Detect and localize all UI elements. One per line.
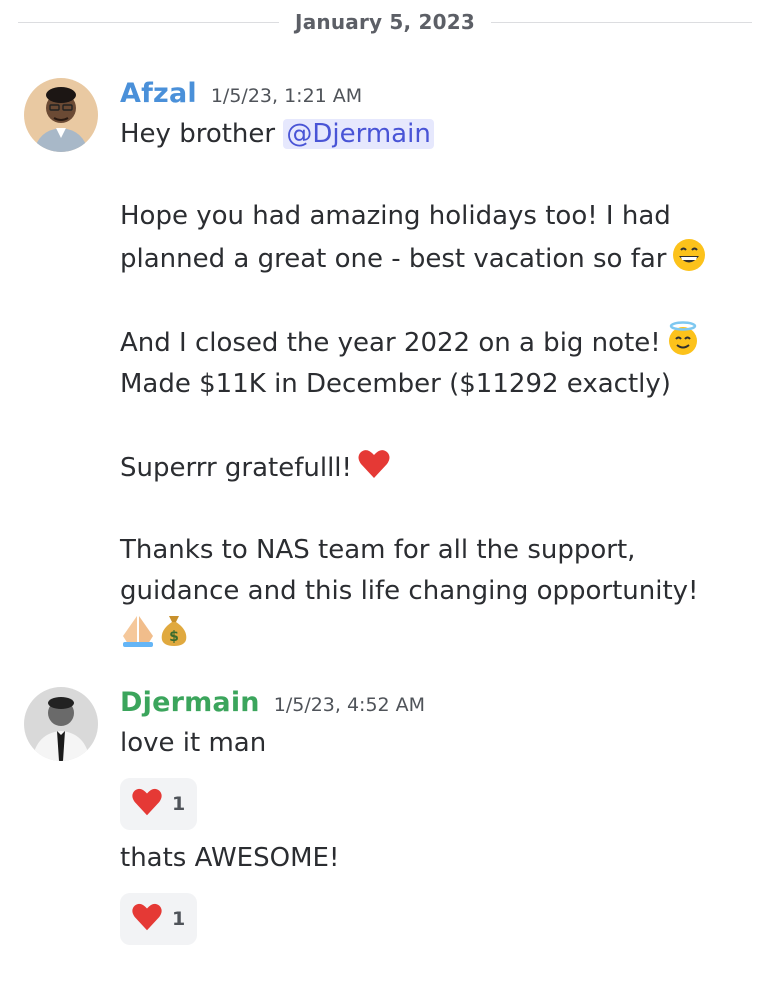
svg-text:$: $ (169, 629, 179, 645)
timestamp: 1/5/23, 1:21 AM (210, 85, 363, 107)
avatar[interactable] (24, 78, 98, 152)
message-line: planned a great one - best vacation so f… (120, 237, 744, 280)
username[interactable]: Djermain (120, 687, 260, 718)
username[interactable]: Afzal (120, 78, 197, 109)
message-line: guidance and this life changing opportun… (120, 576, 699, 606)
divider-line-right (490, 21, 753, 23)
money-bag-icon: $ (156, 612, 192, 648)
message-header: Afzal 1/5/23, 1:21 AM (120, 78, 744, 114)
date-divider: January 5, 2023 (18, 6, 753, 38)
red-heart-icon (130, 785, 164, 823)
timestamp: 1/5/23, 4:52 AM (273, 694, 426, 716)
reaction-button[interactable]: 1 (120, 893, 198, 945)
message-line: love it man (120, 728, 267, 758)
message-group: Djermain 1/5/23, 4:52 AM love it man 1 t… (0, 687, 768, 987)
message-body: Afzal 1/5/23, 1:21 AM Hey brother @Djerm… (120, 78, 744, 655)
avatar[interactable] (24, 687, 98, 761)
date-label: January 5, 2023 (295, 10, 475, 34)
user-mention[interactable]: @Djermain (283, 119, 434, 149)
emoji-line: $ (120, 612, 744, 655)
message-line: And I closed the year 2022 on a big note… (120, 321, 744, 364)
message-text: Hey brother (120, 119, 276, 149)
message-text: Superrr gratefulll! (120, 453, 352, 483)
red-heart-icon (130, 900, 164, 938)
message-text: And I closed the year 2022 on a big note… (120, 328, 661, 358)
grinning-face-icon (671, 237, 707, 273)
message-line: Hey brother @Djermain (120, 114, 744, 155)
divider-line-left (18, 21, 280, 23)
message-line: Made $11K in December ($11292 exactly) (120, 369, 671, 399)
message-line: Hope you had amazing holidays too! I had (120, 201, 671, 231)
folded-hands-icon (120, 612, 156, 648)
message-line: Thanks to NAS team for all the support, (120, 535, 636, 565)
message-line: Superrr gratefulll! (120, 446, 744, 489)
message-header: Djermain 1/5/23, 4:52 AM (120, 687, 744, 723)
message-group: Afzal 1/5/23, 1:21 AM Hey brother @Djerm… (0, 78, 768, 658)
message-text: planned a great one - best vacation so f… (120, 244, 667, 274)
reaction-button[interactable]: 1 (120, 778, 198, 830)
reaction-count: 1 (172, 908, 186, 930)
smiling-face-with-halo-icon (665, 321, 701, 357)
message-line: thats AWESOME! (120, 843, 340, 873)
message-body: Djermain 1/5/23, 4:52 AM love it man 1 t… (120, 687, 744, 945)
reaction-count: 1 (172, 793, 186, 815)
red-heart-icon (356, 446, 392, 482)
